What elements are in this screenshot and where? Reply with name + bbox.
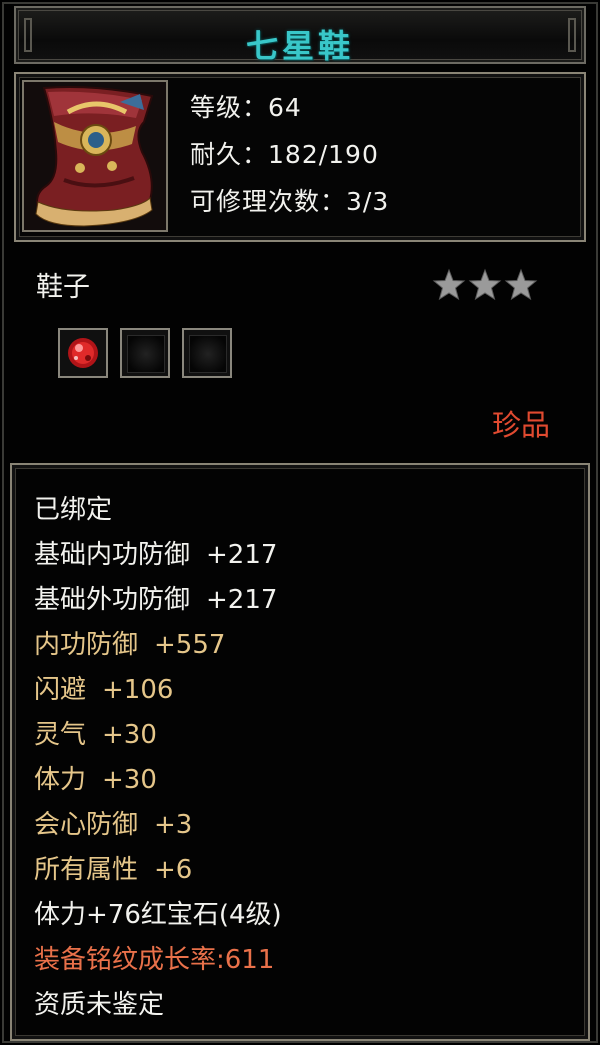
attr-value: +217	[206, 540, 278, 570]
attr-label: 内功防御	[34, 630, 139, 660]
empty-socket-icon	[189, 335, 227, 373]
empty-socket-icon	[127, 335, 165, 373]
rarity-label: 珍品	[492, 408, 551, 442]
star-rating	[432, 268, 540, 306]
repair-count-row: 可修理次数：3/3	[190, 178, 389, 225]
attr-value: +106	[102, 675, 174, 705]
star-icon	[432, 268, 466, 301]
star-icon	[468, 268, 502, 301]
item-basic-info: 等级：64 耐久：182/190 可修理次数：3/3	[190, 84, 389, 225]
attr-value: +217	[206, 585, 278, 615]
item-name: 七星鞋	[245, 27, 354, 65]
item-icon-frame	[22, 80, 168, 232]
attr-row: 内功防御 +557	[34, 623, 282, 668]
title-bar: 七星鞋	[14, 6, 586, 65]
attr-value: +30	[102, 720, 157, 750]
attr-value: +3	[154, 810, 193, 840]
durability-label: 耐久：	[190, 140, 269, 169]
star-icon	[504, 268, 538, 301]
attr-value: +557	[154, 630, 226, 660]
attr-label: 灵气	[34, 720, 87, 750]
level-row: 等级：64	[190, 84, 389, 131]
repair-label: 可修理次数：	[190, 187, 347, 216]
attr-label: 会心防御	[34, 810, 139, 840]
quality-status: 资质未鉴定	[34, 990, 165, 1020]
durability-value: 182/190	[268, 140, 379, 169]
attr-row: 基础外功防御 +217	[34, 578, 282, 623]
attr-label: 基础内功防御	[34, 540, 191, 570]
boot-icon	[24, 82, 166, 230]
growth-rate: 装备铭纹成长率:611	[34, 945, 275, 975]
durability-row: 耐久：182/190	[190, 131, 389, 178]
gem-socket-1[interactable]	[58, 328, 108, 378]
attr-row: 会心防御 +3	[34, 803, 282, 848]
attr-row: 闪避 +106	[34, 668, 282, 713]
attr-label: 所有属性	[34, 855, 139, 885]
attr-label: 基础外功防御	[34, 585, 191, 615]
attr-row: 灵气 +30	[34, 713, 282, 758]
attr-row: 体力 +30	[34, 758, 282, 803]
attr-value: +6	[154, 855, 193, 885]
bound-status: 已绑定	[34, 495, 113, 525]
gem-socket-2[interactable]	[120, 328, 170, 378]
item-type: 鞋子	[36, 272, 90, 303]
repair-value: 3/3	[346, 187, 390, 216]
attributes-list: 已绑定 基础内功防御 +217 基础外功防御 +217 内功防御 +557 闪避 +10…	[34, 488, 282, 1028]
attr-row: 基础内功防御 +217	[34, 533, 282, 578]
attr-label: 闪避	[34, 675, 87, 705]
attr-row: 所有属性 +6	[34, 848, 282, 893]
level-label: 等级：	[190, 93, 269, 122]
level-value: 64	[268, 93, 302, 122]
attr-value: +30	[102, 765, 157, 795]
attr-label: 体力	[34, 765, 87, 795]
gem-bonus: 体力+76红宝石(4级)	[34, 900, 282, 930]
red-gem-icon	[68, 338, 98, 368]
gem-socket-3[interactable]	[182, 328, 232, 378]
